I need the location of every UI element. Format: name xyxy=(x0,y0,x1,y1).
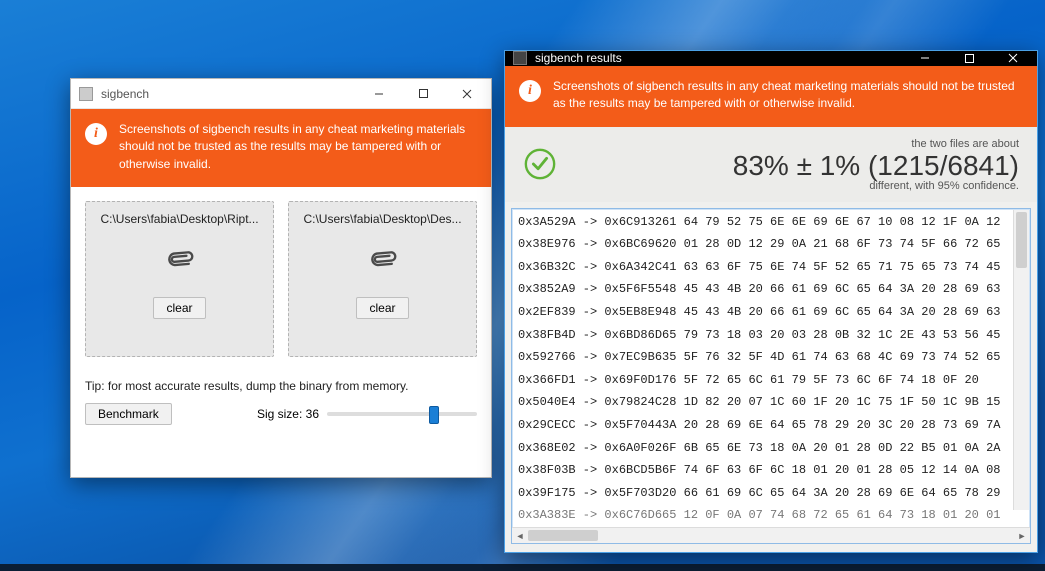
warning-banner: i Screenshots of sigbench results in any… xyxy=(71,109,491,187)
titlebar[interactable]: sigbench results xyxy=(505,51,1037,66)
window-title: sigbench results xyxy=(535,51,903,65)
hex-line: 0x29CECC -> 0x5F70443A 20 28 69 6E 64 65… xyxy=(514,414,1030,437)
hex-lines[interactable]: 0x3A529A -> 0x6C913261 64 79 52 75 6E 6E… xyxy=(512,209,1030,527)
clear-left-button[interactable]: clear xyxy=(153,297,205,319)
summary-post: different, with 95% confidence. xyxy=(571,181,1019,192)
app-icon xyxy=(79,87,93,101)
check-icon xyxy=(523,147,557,184)
window-controls xyxy=(357,79,489,108)
result-summary: the two files are about 83% ± 1% (1215/6… xyxy=(505,127,1037,202)
hex-line: 0x38E976 -> 0x6BC69620 01 28 0D 12 29 0A… xyxy=(514,233,1030,256)
maximize-button[interactable] xyxy=(401,79,445,108)
hex-line: 0x39F175 -> 0x5F703D20 66 61 69 6C 65 64… xyxy=(514,482,1030,505)
paperclip-icon xyxy=(369,244,397,275)
horizontal-scrollbar[interactable]: ◄ ► xyxy=(512,527,1030,543)
hex-line: 0x3852A9 -> 0x5F6F5548 45 43 4B 20 66 61… xyxy=(514,278,1030,301)
minimize-button[interactable] xyxy=(903,51,947,66)
file-path-left: C:\Users\fabia\Desktop\Ript... xyxy=(94,212,265,226)
sigbench-main-window: sigbench i Screenshots of sigbench resul… xyxy=(70,78,492,478)
taskbar[interactable] xyxy=(0,564,1045,571)
minimize-button[interactable] xyxy=(357,79,401,108)
tip-text: Tip: for most accurate results, dump the… xyxy=(85,379,477,393)
hex-line: 0x38FB4D -> 0x6BD86D65 79 73 18 03 20 03… xyxy=(514,324,1030,347)
clear-right-button[interactable]: clear xyxy=(356,297,408,319)
file-drop-left[interactable]: C:\Users\fabia\Desktop\Ript... clear xyxy=(85,201,274,357)
sigbench-results-window: sigbench results i Screenshots of sigben… xyxy=(504,50,1038,553)
maximize-button[interactable] xyxy=(947,51,991,66)
hex-line: 0x2EF839 -> 0x5EB8E948 45 43 4B 20 66 61… xyxy=(514,301,1030,324)
hex-line: 0x3A383E -> 0x6C76D665 12 0F 0A 07 74 68… xyxy=(514,504,1030,527)
warning-banner: i Screenshots of sigbench results in any… xyxy=(505,66,1037,127)
scroll-right-arrow[interactable]: ► xyxy=(1014,528,1030,543)
app-icon xyxy=(513,51,527,65)
hex-line: 0x5040E4 -> 0x79824C28 1D 82 20 07 1C 60… xyxy=(514,391,1030,414)
hex-line: 0x3A529A -> 0x6C913261 64 79 52 75 6E 6E… xyxy=(514,211,1030,234)
file-drop-right[interactable]: C:\Users\fabia\Desktop\Des... clear xyxy=(288,201,477,357)
close-button[interactable] xyxy=(991,51,1035,66)
scroll-thumb[interactable] xyxy=(528,530,598,541)
vertical-scrollbar[interactable] xyxy=(1013,210,1029,510)
hex-line: 0x366FD1 -> 0x69F0D176 5F 72 65 6C 61 79… xyxy=(514,369,1030,392)
sig-size-slider[interactable] xyxy=(327,412,477,416)
warning-text: Screenshots of sigbench results in any c… xyxy=(553,78,1023,113)
window-title: sigbench xyxy=(101,87,357,101)
hex-line: 0x592766 -> 0x7EC9B635 5F 76 32 5F 4D 61… xyxy=(514,346,1030,369)
benchmark-button[interactable]: Benchmark xyxy=(85,403,172,425)
info-icon: i xyxy=(85,123,107,145)
paperclip-icon xyxy=(166,244,194,275)
hex-line: 0x38F03B -> 0x6BCD5B6F 74 6F 63 6F 6C 18… xyxy=(514,459,1030,482)
file-path-right: C:\Users\fabia\Desktop\Des... xyxy=(297,212,468,226)
info-icon: i xyxy=(519,80,541,102)
window-controls xyxy=(903,51,1035,66)
hex-line: 0x36B32C -> 0x6A342C41 63 63 6F 75 6E 74… xyxy=(514,256,1030,279)
hex-line: 0x368E02 -> 0x6A0F026F 6B 65 6E 73 18 0A… xyxy=(514,437,1030,460)
sig-size-label: Sig size: 36 xyxy=(257,407,319,421)
scroll-left-arrow[interactable]: ◄ xyxy=(512,528,528,543)
hex-output: 0x3A529A -> 0x6C913261 64 79 52 75 6E 6E… xyxy=(511,208,1031,544)
warning-text: Screenshots of sigbench results in any c… xyxy=(119,121,477,173)
summary-main: 83% ± 1% (1215/6841) xyxy=(571,152,1019,180)
close-button[interactable] xyxy=(445,79,489,108)
scroll-thumb[interactable] xyxy=(1016,212,1027,268)
summary-pre: the two files are about xyxy=(571,139,1019,150)
titlebar[interactable]: sigbench xyxy=(71,79,491,109)
